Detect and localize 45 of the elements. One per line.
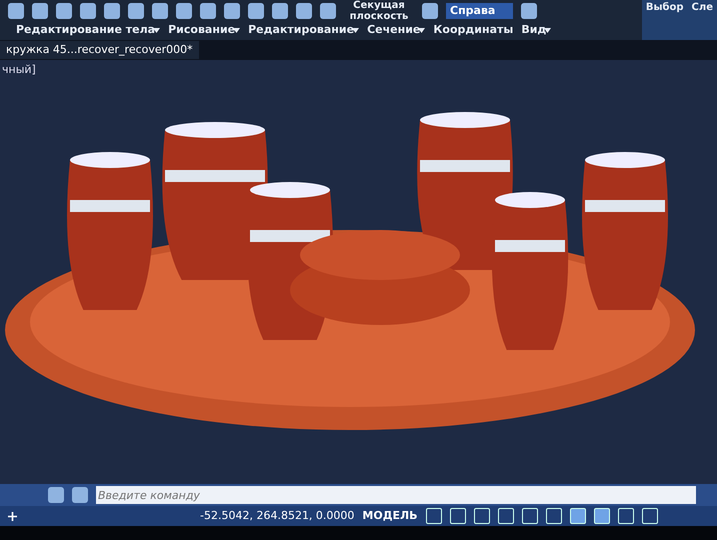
tool-icon[interactable] <box>32 3 48 19</box>
caret-icon[interactable] <box>544 28 552 33</box>
tool-icon[interactable] <box>200 3 216 19</box>
panel-title[interactable]: Выбор <box>642 0 688 40</box>
status-toggle-icon[interactable] <box>546 508 562 524</box>
add-icon[interactable] <box>8 512 17 520</box>
coordinates-readout: -52.5042, 264.8521, 0.0000 <box>200 508 354 524</box>
caret-icon[interactable] <box>233 28 240 33</box>
status-toggle-icon[interactable] <box>594 508 610 524</box>
status-toggle-icon[interactable] <box>522 508 538 524</box>
tool-icon[interactable] <box>80 3 96 19</box>
panel-title[interactable]: Редактирование тела <box>16 22 156 38</box>
panel-title[interactable]: Вид <box>521 22 546 38</box>
file-tab[interactable]: кружка 45...recover_recover000* <box>0 40 199 60</box>
tool-icon[interactable] <box>320 3 336 19</box>
tool-icon[interactable] <box>56 3 72 19</box>
tool-icon[interactable] <box>296 3 312 19</box>
command-field[interactable]: Введите команду <box>96 486 696 504</box>
tool-icon[interactable] <box>152 3 168 19</box>
tool-icon[interactable] <box>272 3 288 19</box>
panel-title[interactable]: Сле <box>688 0 717 40</box>
panel-title[interactable]: Редактирование <box>248 22 354 38</box>
model-space-button[interactable]: МОДЕЛЬ <box>362 508 418 524</box>
tool-icon[interactable] <box>248 3 264 19</box>
status-toggle-icon[interactable] <box>498 508 514 524</box>
status-toggle-icon[interactable] <box>642 508 658 524</box>
view-dropdown[interactable]: Справа <box>446 2 514 20</box>
section-plane-button[interactable]: Секущая плоскость <box>344 0 414 22</box>
tool-icon[interactable] <box>224 3 240 19</box>
tool-icon[interactable] <box>8 3 24 19</box>
viewport-label[interactable]: чный] <box>2 62 36 78</box>
status-toggle-icon[interactable] <box>450 508 466 524</box>
caret-icon[interactable] <box>418 28 426 33</box>
caret-icon[interactable] <box>153 28 160 33</box>
status-toggle-icon[interactable] <box>426 508 442 524</box>
status-toggle-icon[interactable] <box>618 508 634 524</box>
tool-icon[interactable] <box>176 3 192 19</box>
panel-title[interactable]: Координаты <box>433 22 514 38</box>
tool-icon[interactable] <box>128 3 144 19</box>
status-toggle-icon[interactable] <box>570 508 586 524</box>
panel-title[interactable]: Сечение <box>367 22 420 38</box>
status-toggle-icon[interactable] <box>474 508 490 524</box>
tool-icon[interactable] <box>104 3 120 19</box>
caret-icon[interactable] <box>352 28 360 33</box>
panel-title[interactable]: Рисование <box>168 22 236 38</box>
